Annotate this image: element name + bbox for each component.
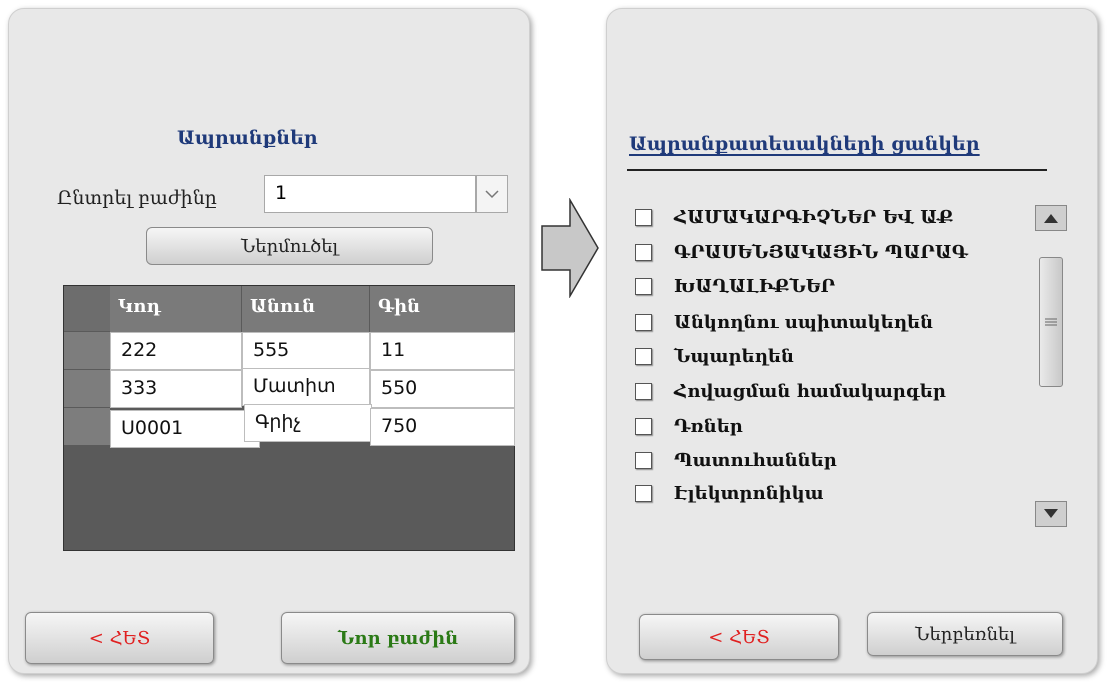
triangle-down-icon	[1044, 509, 1058, 518]
checkbox[interactable]	[635, 452, 652, 469]
category-label: ԽԱՂԱԼԻՔՆԵՐ	[674, 276, 836, 297]
checkbox[interactable]	[635, 383, 652, 400]
category-label: Նպարեղեն	[674, 346, 794, 367]
download-button[interactable]: Ներբեռնել	[867, 612, 1063, 656]
category-item[interactable]: ԳՐԱՍԵՆՅԱԿԱՅԻՆ ՊԱՐԱԳ	[635, 242, 968, 263]
category-item[interactable]: Նպարեղեն	[635, 346, 794, 367]
part-dropdown-button[interactable]	[476, 175, 508, 213]
back-button[interactable]: < ՀԵՏ	[639, 614, 839, 660]
grid-corner	[64, 286, 110, 332]
category-item[interactable]: Հովացման համակարգեր	[635, 381, 946, 402]
category-scrollbar[interactable]	[1035, 205, 1069, 531]
scroll-down-button[interactable]	[1035, 501, 1067, 527]
grid-cell-price[interactable]: 550	[370, 370, 515, 408]
categories-title: Ապրանքատեսակների ցանկեր	[629, 133, 980, 155]
row-header[interactable]	[64, 370, 110, 408]
checkbox[interactable]	[635, 278, 652, 295]
products-panel: Ապրանքներ Ընտրել բաժինը 1 Ներմուծել Կոդ …	[8, 8, 530, 674]
choose-part-label: Ընտրել բաժինը	[57, 187, 217, 209]
checkbox[interactable]	[635, 418, 652, 435]
grid-cell-code[interactable]: 333	[110, 370, 242, 408]
category-item[interactable]: ՀԱՄԱԿԱՐԳԻՉՆԵՐ ԵՎ ԱՔ	[635, 207, 953, 228]
part-select-input[interactable]: 1	[264, 175, 476, 213]
products-grid[interactable]: Կոդ Անուն Գին 222 555 11 333 Մատիտ 550 U…	[63, 285, 515, 551]
scroll-up-button[interactable]	[1035, 205, 1067, 231]
category-label: Էլեկտրոնիկա	[674, 483, 824, 504]
grid-header-code[interactable]: Կոդ	[110, 286, 242, 332]
grid-cell-name[interactable]: Գրիչ	[244, 404, 372, 442]
categories-panel: Ապրանքատեսակների ցանկեր ՀԱՄԱԿԱՐԳԻՉՆԵՐ ԵՎ…	[606, 8, 1098, 674]
category-label: ՀԱՄԱԿԱՐԳԻՉՆԵՐ ԵՎ ԱՔ	[674, 207, 954, 228]
arrow-right-icon	[541, 198, 599, 298]
checkbox[interactable]	[635, 314, 652, 331]
grid-cell-name[interactable]: Մատիտ	[242, 368, 370, 406]
category-item[interactable]: Անկողնու սպիտակեղեն	[635, 312, 933, 333]
chevron-down-icon	[485, 190, 499, 199]
category-item[interactable]: Պատուհաններ	[635, 450, 837, 471]
scroll-thumb[interactable]	[1039, 257, 1063, 387]
category-item[interactable]: ԽԱՂԱԼԻՔՆԵՐ	[635, 276, 835, 297]
grid-header-price[interactable]: Գին	[370, 286, 515, 332]
category-item[interactable]: Էլեկտրոնիկա	[635, 483, 824, 504]
grid-cell-price[interactable]: 11	[370, 332, 515, 370]
title-divider	[627, 169, 1047, 171]
category-label: Անկողնու սպիտակեղեն	[674, 312, 934, 333]
category-label: Հովացման համակարգեր	[674, 381, 946, 402]
grip-icon	[1045, 318, 1057, 326]
category-label: Դռներ	[674, 416, 743, 437]
checkbox[interactable]	[635, 485, 652, 502]
grid-cell-code[interactable]: U0001	[110, 410, 260, 448]
grid-cell-code[interactable]: 222	[110, 332, 242, 370]
category-item[interactable]: Դռներ	[635, 416, 743, 437]
checkbox[interactable]	[635, 244, 652, 261]
row-header[interactable]	[64, 332, 110, 370]
category-label: Պատուհաններ	[674, 450, 837, 471]
row-header[interactable]	[64, 408, 110, 446]
checkbox[interactable]	[635, 209, 652, 226]
back-button[interactable]: < ՀԵՏ	[25, 612, 214, 664]
checkbox[interactable]	[635, 348, 652, 365]
category-label: ԳՐԱՍԵՆՅԱԿԱՅԻՆ ՊԱՐԱԳ	[674, 242, 968, 263]
grid-cell-name[interactable]: 555	[242, 332, 370, 370]
grid-cell-price[interactable]: 750	[370, 408, 515, 446]
load-button[interactable]: Ներմուծել	[146, 227, 433, 265]
triangle-up-icon	[1044, 214, 1058, 223]
new-part-button[interactable]: Նոր բաժին	[281, 612, 515, 664]
products-title: Ապրանքներ	[177, 127, 318, 149]
grid-header-name[interactable]: Անուն	[242, 286, 370, 332]
